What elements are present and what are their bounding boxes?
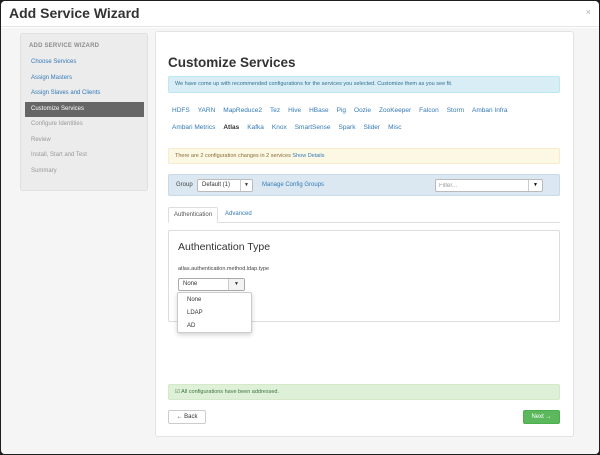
wizard-sidebar: ADD SERVICE WIZARD Choose Services Assig… — [20, 33, 148, 191]
chevron-down-icon: ▼ — [228, 279, 244, 290]
service-tab-hive[interactable]: Hive — [288, 107, 301, 114]
wizard-steps: Choose Services Assign Masters Assign Sl… — [25, 55, 144, 179]
filter-box: ▼ — [435, 179, 543, 192]
auth-type-select[interactable]: None ▼ — [178, 278, 245, 291]
sidebar-heading: ADD SERVICE WIZARD — [29, 43, 100, 49]
option-ad[interactable]: AD — [178, 320, 251, 333]
service-tab-knox[interactable]: Knox — [272, 124, 287, 131]
auth-type-value: None — [183, 281, 198, 287]
success-text: All configurations have been addressed. — [181, 389, 280, 395]
service-tabs-row-2: Ambari Metrics Atlas Kafka Knox SmartSen… — [172, 124, 409, 131]
modal-title: Add Service Wizard — [9, 5, 140, 21]
info-alert: We have come up with recommended configu… — [168, 76, 560, 93]
manage-config-groups-link[interactable]: Manage Config Groups — [262, 182, 324, 188]
service-tab-hdfs[interactable]: HDFS — [172, 107, 190, 114]
config-group-bar: Group Default (1) ▼ Manage Config Groups… — [168, 174, 560, 196]
filter-input[interactable] — [436, 180, 530, 191]
service-tabs-row-1: HDFS YARN MapReduce2 Tez Hive HBase Pig … — [172, 107, 515, 114]
config-tabs: Authentication Advanced — [168, 207, 560, 223]
config-group-value: Default (1) — [202, 182, 231, 188]
step-configure-identities: Configure Identities — [31, 121, 83, 127]
auth-type-dropdown: None LDAP AD — [177, 292, 252, 333]
service-tab-spark[interactable]: Spark — [338, 124, 355, 131]
step-assign-slaves-clients[interactable]: Assign Slaves and Clients — [25, 86, 144, 102]
next-button[interactable]: Next → — [523, 410, 560, 424]
show-details-link[interactable]: Show Details — [292, 153, 324, 159]
close-icon[interactable]: × — [586, 7, 591, 17]
option-none[interactable]: None — [178, 294, 251, 307]
modal-header: Add Service Wizard × — [1, 1, 599, 27]
group-label: Group — [176, 182, 193, 188]
service-tab-atlas[interactable]: Atlas — [223, 124, 239, 131]
service-tab-zookeeper[interactable]: ZooKeeper — [379, 107, 411, 114]
tab-advanced[interactable]: Advanced — [220, 207, 257, 223]
service-tab-tez[interactable]: Tez — [270, 107, 280, 114]
step-review: Review — [31, 136, 51, 143]
service-tab-hbase[interactable]: HBase — [309, 107, 329, 114]
step-choose-services[interactable]: Choose Services — [25, 55, 144, 71]
page-title: Customize Services — [168, 55, 296, 70]
service-tab-smartsense[interactable]: SmartSense — [295, 124, 331, 131]
step-assign-masters[interactable]: Assign Masters — [25, 71, 144, 87]
service-tab-falcon[interactable]: Falcon — [419, 107, 439, 114]
service-tab-oozie[interactable]: Oozie — [354, 107, 371, 114]
config-changes-alert: There are 2 configuration changes in 2 s… — [168, 148, 560, 164]
checkbox-icon: ☑ — [175, 389, 180, 395]
back-button[interactable]: ← Back — [168, 410, 206, 424]
step-customize-services: Customize Services — [25, 101, 144, 117]
step-install-start-test: Install, Start and Test — [31, 152, 87, 158]
config-changes-text: There are 2 configuration changes in 2 s… — [175, 153, 291, 159]
service-tab-pig[interactable]: Pig — [337, 107, 346, 114]
service-tab-slider[interactable]: Slider — [363, 124, 380, 131]
step-summary: Summary — [31, 167, 57, 174]
service-tab-kafka[interactable]: Kafka — [247, 124, 264, 131]
service-tab-mapreduce2[interactable]: MapReduce2 — [223, 107, 262, 114]
service-tab-yarn[interactable]: YARN — [198, 107, 216, 114]
chevron-down-icon: ▼ — [240, 180, 252, 191]
auth-type-heading: Authentication Type — [178, 241, 271, 253]
property-name: atlas.authentication.method.ldap.type — [178, 266, 270, 272]
config-group-select[interactable]: Default (1) ▼ — [197, 179, 253, 192]
service-tab-misc[interactable]: Misc — [388, 124, 401, 131]
service-tab-storm[interactable]: Storm — [447, 107, 464, 114]
tab-authentication[interactable]: Authentication — [168, 207, 219, 223]
option-ldap[interactable]: LDAP — [178, 307, 251, 320]
service-tab-ambari-metrics[interactable]: Ambari Metrics — [172, 124, 215, 131]
success-alert: ☑ All configurations have been addressed… — [168, 384, 560, 400]
filter-dropdown-icon[interactable]: ▼ — [528, 180, 542, 191]
service-tab-ambari-infra[interactable]: Ambari Infra — [472, 107, 507, 114]
